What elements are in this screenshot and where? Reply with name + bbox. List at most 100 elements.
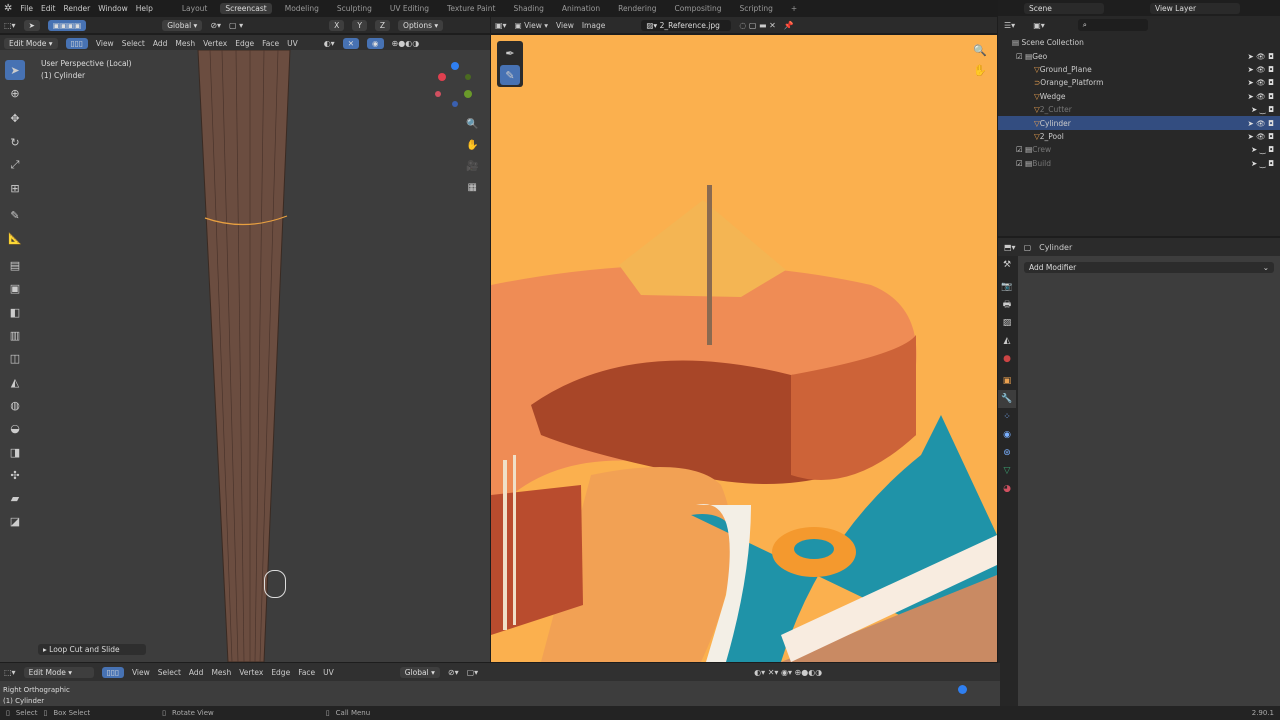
zoom-icon[interactable]: 🔍 bbox=[466, 114, 478, 135]
cursor-tool-icon[interactable]: ⊕ bbox=[5, 83, 25, 103]
select-tool-icon[interactable]: ➤ bbox=[23, 19, 40, 31]
loop-cut-tool-icon[interactable]: ▥ bbox=[5, 325, 25, 345]
menu-view[interactable]: View bbox=[556, 21, 574, 30]
menu-edge[interactable]: Edge bbox=[235, 39, 254, 48]
select-box-tool-icon[interactable]: ➤ bbox=[5, 60, 25, 80]
menu-add[interactable]: Add bbox=[153, 39, 168, 48]
menu-view[interactable]: View bbox=[96, 39, 114, 48]
poly-build-tool-icon[interactable]: ◭ bbox=[5, 372, 25, 392]
tab-compositing[interactable]: Compositing bbox=[669, 3, 726, 14]
material-tab-icon[interactable]: ◕ bbox=[998, 480, 1016, 498]
options-dropdown[interactable]: Options ▾ bbox=[398, 19, 444, 31]
add-workspace-button[interactable]: + bbox=[786, 3, 802, 14]
overlay-toggle-icon[interactable]: ◉ bbox=[367, 37, 384, 49]
menu-vertex[interactable]: Vertex bbox=[203, 39, 227, 48]
tab-layout[interactable]: Layout bbox=[177, 3, 213, 14]
visibility-toggles-icon[interactable]: ➤ ‿ ◘ bbox=[1251, 145, 1274, 154]
menu-file[interactable]: File bbox=[20, 4, 33, 13]
outliner-item[interactable]: ⊃ Orange_Platform ➤ 👁 ◘ bbox=[998, 76, 1280, 89]
editor-type-icon[interactable]: ⬒▾ bbox=[1004, 243, 1016, 252]
modifier-tab-icon[interactable]: 🔧 bbox=[998, 390, 1016, 408]
image-name-field[interactable]: ▨▾ 2_Reference.jpg bbox=[641, 19, 732, 31]
mode-dropdown[interactable]: Edit Mode ▾ bbox=[23, 666, 94, 678]
snap-icon[interactable]: ▢ ▾ bbox=[229, 21, 243, 30]
zoom-icon[interactable]: 🔍 bbox=[973, 41, 987, 61]
visibility-toggles-icon[interactable]: ➤ 👁 ◘ bbox=[1247, 92, 1274, 101]
shrink-fatten-tool-icon[interactable]: ✣ bbox=[5, 465, 25, 485]
select-mode-buttons[interactable]: ▯▯▯ bbox=[101, 666, 124, 678]
filter-icon[interactable]: ▣▾ bbox=[1033, 21, 1045, 30]
transform-tool-icon[interactable]: ⊞ bbox=[5, 178, 25, 198]
inset-tool-icon[interactable]: ▣ bbox=[5, 278, 25, 298]
transform-orientation-dropdown[interactable]: Global ▾ bbox=[162, 19, 203, 31]
view-layer-tab-icon[interactable]: ▨ bbox=[998, 314, 1016, 332]
annotate-tool-icon[interactable]: ✎ bbox=[500, 65, 520, 85]
menu-render[interactable]: Render bbox=[63, 4, 90, 13]
scene-tab-icon[interactable]: ◭ bbox=[998, 332, 1016, 350]
outliner-item[interactable]: ☑ ▤ Build ➤ ‿ ◘ bbox=[998, 157, 1280, 170]
render-tab-icon[interactable]: 📷 bbox=[998, 278, 1016, 296]
mode-dropdown[interactable]: Edit Mode ▾ bbox=[4, 37, 58, 49]
outliner-item[interactable]: ▽ Wedge ➤ 👁 ◘ bbox=[998, 90, 1280, 103]
editor-type-icon[interactable]: ▣▾ bbox=[495, 21, 507, 30]
edge-slide-tool-icon[interactable]: ◨ bbox=[5, 442, 25, 462]
select-mode-buttons[interactable]: ▯▯▯ bbox=[65, 37, 88, 49]
world-tab-icon[interactable]: ● bbox=[998, 350, 1016, 368]
rip-tool-icon[interactable]: ◪ bbox=[5, 511, 25, 531]
axis-y-toggle[interactable]: Y bbox=[352, 19, 367, 31]
camera-icon[interactable]: 🎥 bbox=[466, 156, 478, 177]
search-input[interactable]: ⌕ bbox=[1077, 19, 1148, 31]
knife-tool-icon[interactable]: ◫ bbox=[5, 348, 25, 368]
spin-tool-icon[interactable]: ◍ bbox=[5, 395, 25, 415]
image-buttons[interactable]: ◌ ▢ ▬ ✕ bbox=[739, 21, 775, 30]
3d-viewport[interactable]: User Perspective (Local) (1) Cylinder ➤ … bbox=[0, 50, 490, 662]
menu-select[interactable]: Select bbox=[158, 668, 181, 677]
constraints-tab-icon[interactable]: ⊛ bbox=[998, 444, 1016, 462]
axis-z-toggle[interactable]: Z bbox=[374, 19, 391, 31]
outliner-item[interactable]: ▽ 2_Pool ➤ 👁 ◘ bbox=[998, 130, 1280, 143]
object-tab-icon[interactable]: ▣ bbox=[998, 372, 1016, 390]
menu-window[interactable]: Window bbox=[98, 4, 128, 13]
measure-tool-icon[interactable]: 📐 bbox=[5, 228, 25, 248]
data-tab-icon[interactable]: ▽ bbox=[998, 462, 1016, 480]
pivot-icon[interactable]: ⊘▾ bbox=[448, 668, 459, 677]
tab-rendering[interactable]: Rendering bbox=[613, 3, 661, 14]
annotate-tool-icon[interactable]: ✎ bbox=[5, 205, 25, 225]
grid-icon[interactable]: ▦ bbox=[466, 177, 478, 198]
pin-icon[interactable]: 📌 bbox=[784, 21, 794, 30]
tab-uv-editing[interactable]: UV Editing bbox=[385, 3, 434, 14]
move-tool-icon[interactable]: ✥ bbox=[5, 108, 25, 128]
menu-uv[interactable]: UV bbox=[323, 668, 334, 677]
menu-mesh[interactable]: Mesh bbox=[211, 668, 231, 677]
visibility-icon[interactable]: ◐▾ bbox=[324, 39, 335, 48]
outliner-item-scene-collection[interactable]: ▤ Scene Collection bbox=[998, 36, 1280, 49]
scene-field[interactable]: Scene bbox=[1024, 2, 1104, 14]
menu-image[interactable]: Image bbox=[582, 21, 606, 30]
smooth-tool-icon[interactable]: ◒ bbox=[5, 418, 25, 438]
gizmo-axis-icon[interactable] bbox=[958, 685, 967, 694]
particles-tab-icon[interactable]: ⁘ bbox=[998, 408, 1016, 426]
extrude-tool-icon[interactable]: ▤ bbox=[5, 255, 25, 275]
bevel-tool-icon[interactable]: ◧ bbox=[5, 302, 25, 322]
view-layer-field[interactable]: View Layer bbox=[1150, 2, 1240, 14]
bottom-viewport[interactable]: Right Orthographic (1) Cylinder bbox=[0, 681, 1000, 706]
axis-x-toggle[interactable]: X bbox=[329, 19, 345, 31]
transform-orientation-dropdown[interactable]: Global ▾ bbox=[399, 666, 440, 678]
visibility-toggles-icon[interactable]: ➤ ‿ ◘ bbox=[1251, 159, 1274, 168]
last-operator-panel[interactable]: ▸ Loop Cut and Slide bbox=[38, 644, 146, 655]
shading-mode-icons[interactable]: ◐▾ ✕▾ ◉▾ ⊕●◐◑ bbox=[754, 668, 822, 677]
outliner-item[interactable]: ▽ 2_Cutter ➤ ‿ ◘ bbox=[998, 103, 1280, 116]
rotate-tool-icon[interactable]: ↻ bbox=[5, 132, 25, 152]
editor-type-icon[interactable]: ⬚▾ bbox=[4, 21, 16, 30]
menu-add[interactable]: Add bbox=[189, 668, 204, 677]
pan-hand-icon[interactable]: ✋ bbox=[973, 61, 987, 81]
tab-screencast[interactable]: Screencast bbox=[220, 2, 272, 14]
outliner-item[interactable]: ▽ Cylinder ➤ 👁 ◘ bbox=[998, 116, 1280, 130]
visibility-toggles-icon[interactable]: ➤ ‿ ◘ bbox=[1251, 105, 1274, 114]
menu-vertex[interactable]: Vertex bbox=[239, 668, 263, 677]
pan-hand-icon[interactable]: ✋ bbox=[466, 135, 478, 156]
tab-shading[interactable]: Shading bbox=[508, 3, 548, 14]
add-modifier-dropdown[interactable]: Add Modifier ⌄ bbox=[1024, 262, 1274, 273]
view-mode-dropdown[interactable]: ▣ View ▾ bbox=[515, 21, 548, 30]
menu-uv[interactable]: UV bbox=[287, 39, 298, 48]
